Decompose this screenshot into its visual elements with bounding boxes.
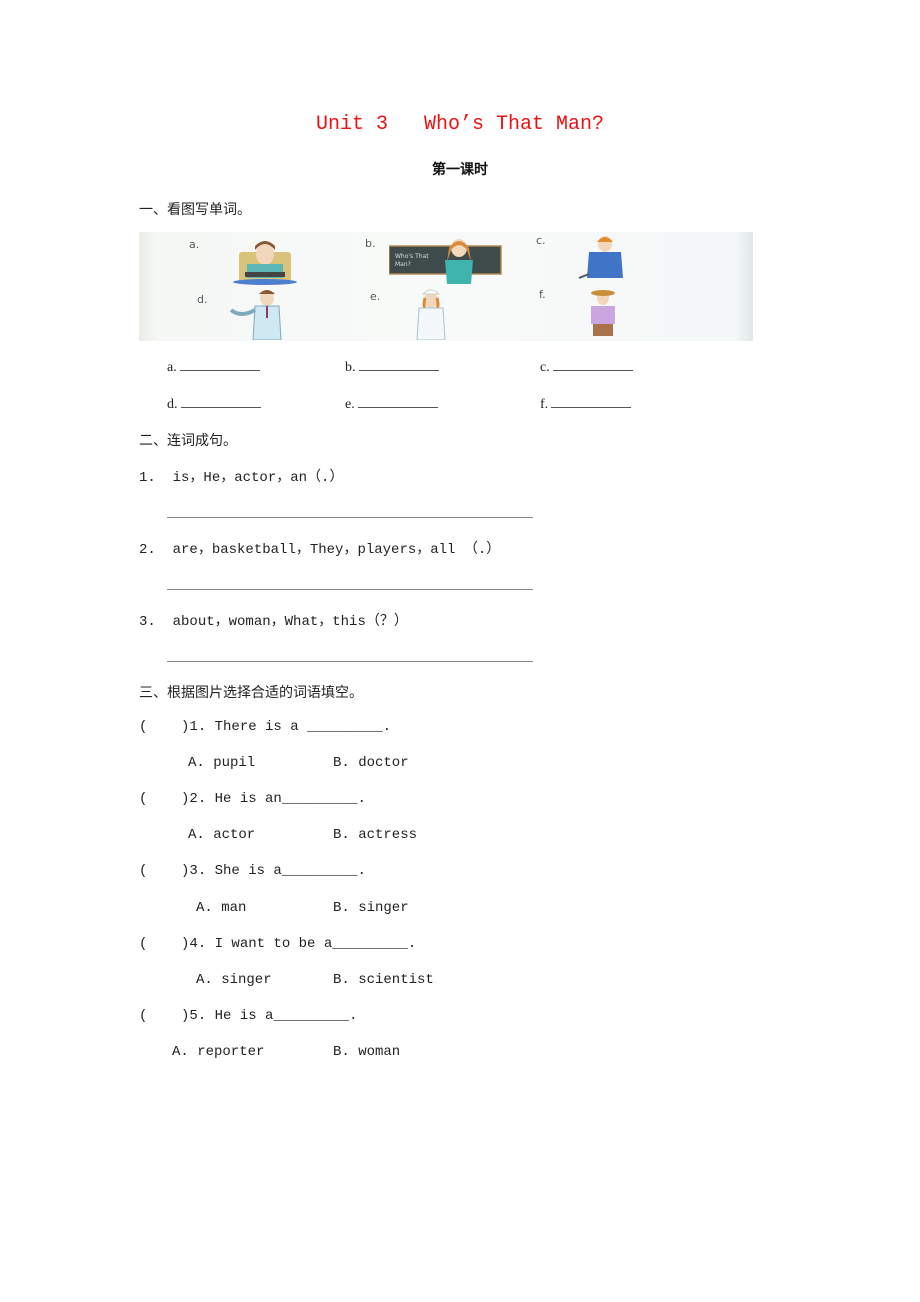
item-words: is，He，actor，an（.） <box>172 470 344 486</box>
blank-e-label: e. <box>345 397 355 412</box>
blank-b-label: b. <box>345 360 356 375</box>
question-4-option-b[interactable]: B. scientist <box>333 972 434 988</box>
blank-e[interactable]: e. <box>345 395 438 413</box>
pic-label-c: c. <box>536 234 546 247</box>
question-stem: 2. He is an <box>189 791 282 807</box>
question-3-option-a[interactable]: A. man <box>196 900 246 916</box>
pic-label-e: e. <box>370 290 381 303</box>
question-end: . <box>357 863 366 879</box>
page-title: Unit 3 Who’s That Man? <box>315 113 605 136</box>
blackboard-text: Who's That <box>395 253 429 260</box>
blank-c-line[interactable] <box>552 358 633 371</box>
question-end: . <box>382 719 392 735</box>
driver-figure <box>233 241 297 285</box>
question-2-option-a[interactable]: A. actor <box>188 827 255 843</box>
blank-b[interactable]: b. <box>345 358 439 376</box>
reorder-item-2: 2. are，basketball，They，players，all （.） <box>139 538 500 558</box>
lesson-subtitle: 第一课时 <box>432 162 488 178</box>
blank-a[interactable]: a. <box>167 358 260 376</box>
question-stem: 4. I want to be a <box>189 936 333 952</box>
question-1-option-a[interactable]: A. pupil <box>188 755 255 771</box>
question-blank: _________ <box>281 863 358 879</box>
question-blank: _________ <box>307 719 383 735</box>
question-end: . <box>407 936 417 952</box>
item-number: 2. <box>139 542 156 558</box>
question-2-option-b[interactable]: B. actress <box>333 827 417 843</box>
question-4: ( )4. I want to be a_________. <box>139 936 416 952</box>
item-number: 3. <box>139 614 156 630</box>
section1-heading: 一、看图写单词。 <box>139 202 251 218</box>
answer-bracket[interactable]: ( ) <box>139 936 189 952</box>
blank-f[interactable]: f. <box>540 395 632 413</box>
question-stem: 3. She is a <box>189 863 282 879</box>
question-3-option-b[interactable]: B. singer <box>333 900 409 916</box>
answer-line-3[interactable] <box>167 661 533 662</box>
question-2: ( )2. He is an_________. <box>139 791 366 807</box>
item-words: are，basketball，They，players，all （.） <box>172 542 501 558</box>
question-end: . <box>357 791 366 807</box>
answer-bracket[interactable]: ( ) <box>139 719 189 735</box>
teacher-figure: Who's That Man? <box>389 239 502 284</box>
blank-f-line[interactable] <box>551 395 632 408</box>
answer-line-1[interactable] <box>167 517 533 518</box>
reorder-item-1: 1. is，He，actor，an（.） <box>139 466 343 486</box>
question-5-option-a[interactable]: A. reporter <box>172 1044 264 1060</box>
answer-line-2[interactable] <box>167 589 533 590</box>
answer-bracket[interactable]: ( ) <box>139 1008 189 1024</box>
blank-c-label: c. <box>540 360 550 375</box>
question-4-option-a[interactable]: A. singer <box>196 972 272 988</box>
item-words: about，woman，What，this（？） <box>172 614 408 630</box>
pic-label-d: d. <box>197 293 208 306</box>
nurse-figure <box>416 289 446 340</box>
answer-bracket[interactable]: ( ) <box>139 791 189 807</box>
blank-d-label: d. <box>167 397 178 412</box>
picture-occupations: a. b. c. d. e. f. Who's That Man? <box>139 232 753 341</box>
blank-f-label: f. <box>540 397 549 412</box>
blank-e-line[interactable] <box>357 395 438 408</box>
question-blank: _________ <box>332 936 408 952</box>
question-end: . <box>349 1008 358 1024</box>
question-blank: _________ <box>273 1008 350 1024</box>
worker-figure <box>578 236 623 279</box>
question-5-option-b[interactable]: B. woman <box>333 1044 400 1060</box>
question-3: ( )3. She is a_________. <box>139 863 366 879</box>
section3-heading: 三、根据图片选择合适的词语填空。 <box>139 685 363 701</box>
question-stem: 1. There is a <box>189 719 308 735</box>
blank-d[interactable]: d. <box>167 395 261 413</box>
pic-label-b: b. <box>365 237 376 250</box>
question-stem: 5. He is a <box>189 1008 274 1024</box>
pic-label-a: a. <box>189 238 200 251</box>
blank-a-line[interactable] <box>179 358 260 371</box>
question-1: ( )1. There is a _________. <box>139 719 391 735</box>
question-blank: _________ <box>281 791 358 807</box>
svg-text:Man?: Man? <box>395 261 411 268</box>
blank-d-line[interactable] <box>180 395 261 408</box>
blank-a-label: a. <box>167 360 177 375</box>
blank-b-line[interactable] <box>358 358 439 371</box>
answer-bracket[interactable]: ( ) <box>139 863 189 879</box>
section2-heading: 二、连词成句。 <box>139 433 237 449</box>
question-1-option-b[interactable]: B. doctor <box>333 755 409 771</box>
farmer-figure <box>591 290 615 336</box>
item-number: 1. <box>139 470 156 486</box>
blank-c[interactable]: c. <box>540 358 633 376</box>
pic-label-f: f. <box>539 288 546 301</box>
doctor-figure <box>229 290 282 340</box>
reorder-item-3: 3. about，woman，What，this（？） <box>139 610 408 630</box>
question-5: ( )5. He is a_________. <box>139 1008 357 1024</box>
